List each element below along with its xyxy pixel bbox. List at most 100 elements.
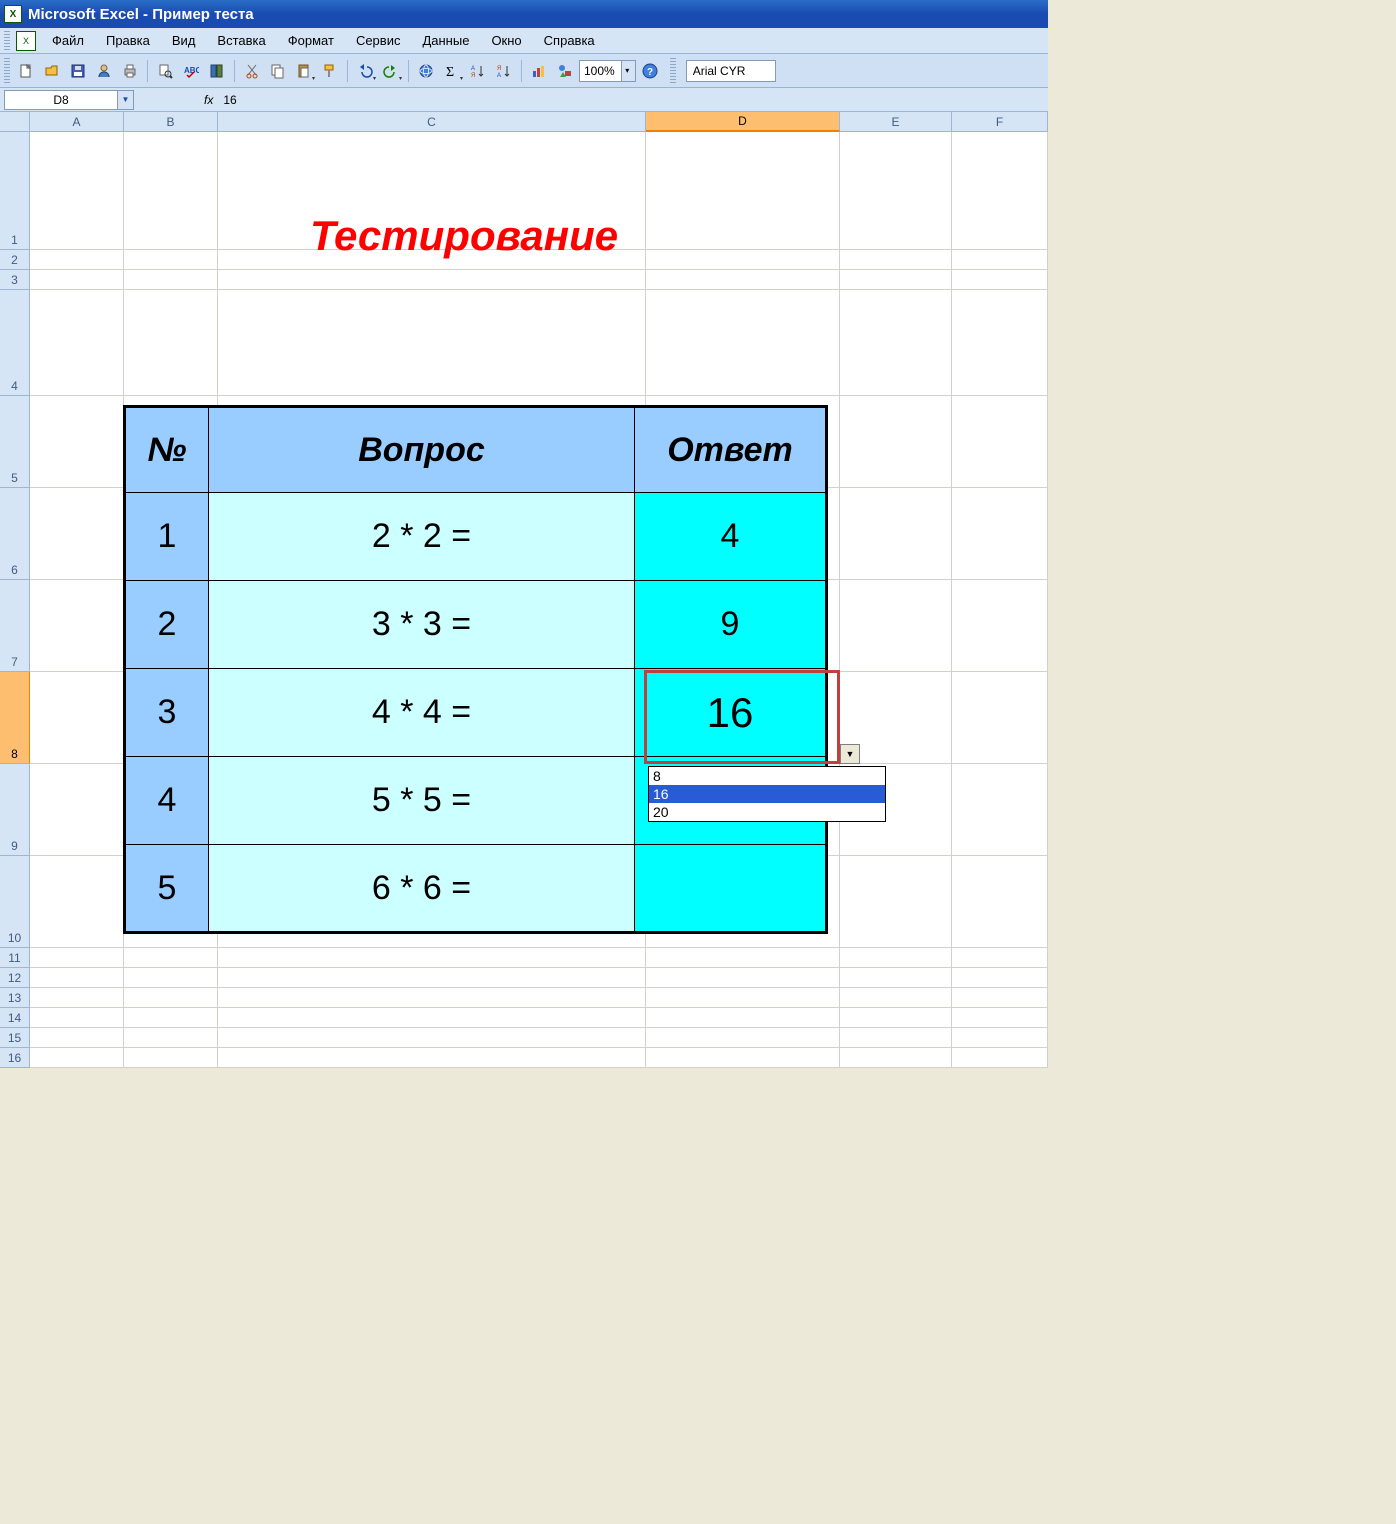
row-header[interactable]: 3 xyxy=(0,270,30,290)
chart-wizard-button[interactable] xyxy=(527,59,551,83)
row-header[interactable]: 12 xyxy=(0,968,30,988)
name-box[interactable]: D8 ▼ xyxy=(4,90,134,110)
grip-icon[interactable] xyxy=(670,58,676,84)
row-header[interactable]: 13 xyxy=(0,988,30,1008)
row-header[interactable]: 7 xyxy=(0,580,30,672)
formula-value[interactable]: 16 xyxy=(223,93,236,107)
paste-button[interactable]: ▾ xyxy=(292,59,316,83)
cell-number[interactable]: 4 xyxy=(125,757,209,845)
row-header[interactable]: 4 xyxy=(0,290,30,396)
menu-window[interactable]: Окно xyxy=(481,30,531,51)
column-header[interactable]: E xyxy=(840,112,952,131)
redo-button[interactable]: ▾ xyxy=(379,59,403,83)
column-headers: ABCDEF xyxy=(0,112,1048,132)
sort-desc-button[interactable]: ЯА xyxy=(492,59,516,83)
row-header[interactable]: 16 xyxy=(0,1048,30,1068)
row-header[interactable]: 14 xyxy=(0,1008,30,1028)
column-header[interactable]: D xyxy=(646,112,840,132)
hyperlink-button[interactable] xyxy=(414,59,438,83)
menu-insert[interactable]: Вставка xyxy=(207,30,275,51)
zoom-selector[interactable]: 100% ▾ xyxy=(579,60,636,82)
row-header[interactable]: 10 xyxy=(0,856,30,948)
cut-button[interactable] xyxy=(240,59,264,83)
grip-icon[interactable] xyxy=(4,31,10,51)
new-button[interactable] xyxy=(14,59,38,83)
sheet-canvas[interactable]: Тестирование № Вопрос Ответ 12 * 2 =423 … xyxy=(30,132,1048,1068)
permission-button[interactable] xyxy=(92,59,116,83)
copy-button[interactable] xyxy=(266,59,290,83)
menu-format[interactable]: Формат xyxy=(278,30,344,51)
column-header[interactable]: B xyxy=(124,112,218,131)
excel-icon[interactable]: X xyxy=(16,31,36,51)
separator xyxy=(408,60,409,82)
column-header[interactable]: C xyxy=(218,112,646,131)
drawing-button[interactable] xyxy=(553,59,577,83)
sheet-title: Тестирование xyxy=(310,212,618,260)
column-header[interactable]: F xyxy=(952,112,1048,131)
header-number: № xyxy=(125,407,209,493)
format-painter-button[interactable] xyxy=(318,59,342,83)
cell-number[interactable]: 3 xyxy=(125,669,209,757)
menu-help[interactable]: Справка xyxy=(534,30,605,51)
row-header[interactable]: 11 xyxy=(0,948,30,968)
cell-answer[interactable] xyxy=(635,845,827,933)
menu-edit[interactable]: Правка xyxy=(96,30,160,51)
print-preview-button[interactable] xyxy=(153,59,177,83)
cell-number[interactable]: 5 xyxy=(125,845,209,933)
cell-question[interactable]: 3 * 3 = xyxy=(209,581,635,669)
quiz-table: № Вопрос Ответ 12 * 2 =423 * 3 =934 * 4 … xyxy=(123,405,828,934)
chevron-down-icon[interactable]: ▾ xyxy=(621,61,635,81)
dropdown-option[interactable]: 8 xyxy=(649,767,885,785)
cell-question[interactable]: 2 * 2 = xyxy=(209,493,635,581)
table-row: 12 * 2 =4 xyxy=(125,493,827,581)
row-header[interactable]: 5 xyxy=(0,396,30,488)
name-box-value: D8 xyxy=(5,93,117,107)
fx-label[interactable]: fx xyxy=(204,93,213,107)
cell-question[interactable]: 6 * 6 = xyxy=(209,845,635,933)
separator xyxy=(347,60,348,82)
separator xyxy=(521,60,522,82)
menu-data[interactable]: Данные xyxy=(412,30,479,51)
save-button[interactable] xyxy=(66,59,90,83)
grip-icon[interactable] xyxy=(4,58,10,84)
font-selector[interactable]: Arial CYR xyxy=(686,60,776,82)
cell-answer[interactable]: 9 xyxy=(635,581,827,669)
dropdown-option[interactable]: 16 xyxy=(649,785,885,803)
row-header[interactable]: 9 xyxy=(0,764,30,856)
help-button[interactable]: ? xyxy=(638,59,662,83)
autosum-button[interactable]: Σ▾ xyxy=(440,59,464,83)
cell-question[interactable]: 4 * 4 = xyxy=(209,669,635,757)
row-header[interactable]: 15 xyxy=(0,1028,30,1048)
sort-asc-button[interactable]: АЯ xyxy=(466,59,490,83)
cell-number[interactable]: 1 xyxy=(125,493,209,581)
print-button[interactable] xyxy=(118,59,142,83)
chevron-down-icon[interactable]: ▼ xyxy=(117,91,133,109)
row-header[interactable]: 8 xyxy=(0,672,31,764)
select-all-corner[interactable] xyxy=(0,112,30,131)
open-button[interactable] xyxy=(40,59,64,83)
table-header-row: № Вопрос Ответ xyxy=(125,407,827,493)
header-question: Вопрос xyxy=(209,407,635,493)
row-header[interactable]: 2 xyxy=(0,250,30,270)
research-button[interactable] xyxy=(205,59,229,83)
undo-button[interactable]: ▾ xyxy=(353,59,377,83)
dropdown-button[interactable]: ▼ xyxy=(840,744,860,764)
menu-view[interactable]: Вид xyxy=(162,30,206,51)
svg-text:Я: Я xyxy=(471,73,475,79)
dropdown-list[interactable]: 81620 xyxy=(648,766,886,822)
cell-number[interactable]: 2 xyxy=(125,581,209,669)
cell-question[interactable]: 5 * 5 = xyxy=(209,757,635,845)
row-header[interactable]: 1 xyxy=(0,132,30,250)
row-header[interactable]: 6 xyxy=(0,488,30,580)
cell-answer[interactable]: 16 xyxy=(635,669,827,757)
dropdown-option[interactable]: 20 xyxy=(649,803,885,821)
column-header[interactable]: A xyxy=(30,112,124,131)
menu-tools[interactable]: Сервис xyxy=(346,30,411,51)
zoom-value: 100% xyxy=(580,64,621,78)
header-answer: Ответ xyxy=(635,407,827,493)
cell-answer[interactable]: 4 xyxy=(635,493,827,581)
standard-toolbar: ABC ▾ ▾ ▾ Σ▾ АЯ ЯА 100% ▾ ? Arial CYR xyxy=(0,54,1048,88)
table-row: 23 * 3 =9 xyxy=(125,581,827,669)
spelling-button[interactable]: ABC xyxy=(179,59,203,83)
menu-file[interactable]: Файл xyxy=(42,30,94,51)
